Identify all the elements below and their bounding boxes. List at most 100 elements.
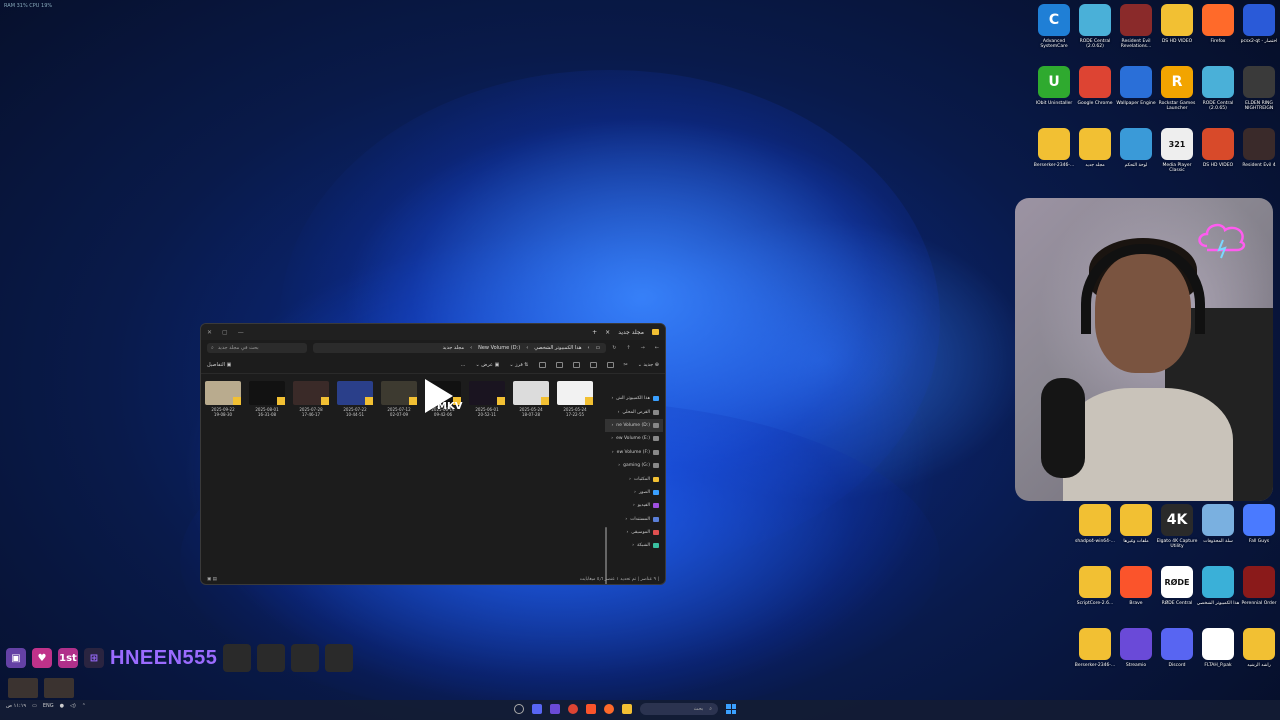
share-icon[interactable]	[555, 361, 563, 368]
chevron-icon[interactable]: ›	[618, 463, 620, 468]
file-item[interactable]: 2025-07-22 10-44-51	[337, 381, 373, 417]
file-item[interactable]: 2025-07-12 02-07-09	[381, 381, 417, 417]
file-item[interactable]: 2025-07-28 17-46-17	[293, 381, 329, 417]
close-tab-button[interactable]: ×	[605, 329, 610, 336]
desktop-icon[interactable]: DS HD VIDEO	[1157, 4, 1197, 60]
chevron-icon[interactable]: ›	[625, 517, 627, 522]
forward-arrow-icon[interactable]: →	[641, 345, 645, 351]
delete-icon[interactable]	[538, 361, 546, 368]
desktop-icon[interactable]: 4K Elgato 4K Capture Utility	[1157, 504, 1197, 560]
chevron-icon[interactable]: ›	[612, 450, 614, 455]
chevron-icon[interactable]: ›	[618, 410, 620, 415]
volume-icon[interactable]: ◁)	[70, 703, 76, 709]
desktop-icon[interactable]: pcsx2-qt - اختصار	[1239, 4, 1279, 60]
sidebar-item[interactable]: › القرص المحلي	[605, 405, 663, 418]
copy-icon[interactable]	[606, 361, 614, 368]
sort-button[interactable]: ⌄ فرز ⇅	[509, 362, 528, 368]
rename-icon[interactable]	[572, 361, 580, 368]
chevron-icon[interactable]: ›	[632, 543, 634, 548]
sidebar-item[interactable]: › المكتبات	[605, 472, 663, 485]
desktop-icon[interactable]: مجلد جديد	[1075, 128, 1115, 184]
desktop-icon[interactable]: RØDE RØDE Central	[1157, 566, 1197, 622]
details-pane-button[interactable]: التفاصيل ▣	[207, 362, 231, 368]
chevron-icon[interactable]: ›	[629, 477, 631, 482]
close-window-button[interactable]: ✕	[207, 329, 212, 336]
desktop-icon[interactable]: هذا الكمبيوتر الشخصي	[1197, 566, 1239, 622]
back-arrow-icon[interactable]: ←	[655, 345, 659, 351]
desktop-icon[interactable]: Wallpaper Engine	[1116, 66, 1156, 122]
chevron-icon[interactable]: ›	[611, 423, 613, 428]
chrome-icon[interactable]	[568, 704, 578, 714]
sidebar-item[interactable]: › الصور	[605, 486, 663, 499]
desktop-icon[interactable]: Berserker-2346-...	[1075, 628, 1115, 684]
chevron-icon[interactable]: ›	[611, 436, 613, 441]
sidebar-item[interactable]: › gaming (G:)	[605, 459, 663, 472]
file-item[interactable]: 2025-05-24 18-07-28	[513, 381, 549, 417]
file-explorer-icon[interactable]	[622, 704, 632, 714]
network-icon[interactable]: ▭	[32, 703, 37, 709]
desktop-icon[interactable]: ELDEN RING NIGHTREIGN	[1239, 66, 1279, 122]
desktop-icon[interactable]: Firefox	[1198, 4, 1238, 60]
search-box[interactable]: ⌕ بحث في مجلد جديد	[207, 343, 307, 353]
refresh-icon[interactable]: ↻	[612, 345, 616, 351]
desktop-icon[interactable]: RODE Central (2.0.62)	[1075, 4, 1115, 60]
desktop-icon[interactable]: 321 Media Player Classic	[1157, 128, 1197, 184]
desktop-icon[interactable]: RODE Central (2.0.65)	[1198, 66, 1238, 122]
desktop-icon[interactable]: shadps4-win64-...	[1075, 504, 1115, 560]
brave-icon[interactable]	[586, 704, 596, 714]
desktop-icon[interactable]: Streamio	[1116, 628, 1156, 684]
desktop-icon[interactable]: DS HD VIDEO	[1198, 128, 1238, 184]
file-item[interactable]: 2025-08-01 16-31-08	[249, 381, 285, 417]
desktop-icon[interactable]: لوحة التحكم	[1116, 128, 1156, 184]
paste-icon[interactable]	[589, 361, 597, 368]
desktop-icon[interactable]: Fall Guys	[1239, 504, 1279, 560]
breadcrumb-item[interactable]: New Volume (D:)	[478, 345, 520, 351]
minimize-window-button[interactable]: —	[238, 329, 244, 336]
firefox-icon[interactable]	[604, 704, 614, 714]
breadcrumb-item[interactable]: هذا الكمبيوتر الشخصي	[534, 345, 581, 351]
breadcrumb[interactable]: مجلد جديد ‹ New Volume (D:) ‹ هذا الكمبي…	[313, 343, 607, 353]
taskbar-search[interactable]: بحث ⌕	[640, 703, 718, 715]
chevron-icon[interactable]: ›	[634, 490, 636, 495]
chevron-icon[interactable]: ›	[626, 530, 628, 535]
desktop-icon[interactable]: Perennial Order	[1239, 566, 1279, 622]
tray-expand-icon[interactable]: ⌃	[82, 703, 86, 709]
obs-icon[interactable]	[514, 704, 524, 714]
file-item[interactable]: 2025-09-22 19-08-30	[205, 381, 241, 417]
file-item[interactable]: 2025-06-01 20-52-11	[469, 381, 505, 417]
desktop-icon[interactable]: Google Chrome	[1075, 66, 1115, 122]
sidebar-item[interactable]: › الفيديو	[605, 499, 663, 512]
add-tab-button[interactable]: +	[592, 329, 597, 336]
desktop-icon[interactable]: سلة المحذوفات	[1198, 504, 1238, 560]
desktop-icon[interactable]: ScriptCore-2.6...	[1075, 566, 1115, 622]
new-button[interactable]: ⌄ جديد ⊕	[638, 362, 659, 368]
sidebar-item[interactable]: › المستندات	[605, 513, 663, 526]
desktop-icon[interactable]: R Rockstar Games Launcher	[1157, 66, 1197, 122]
desktop-icon[interactable]: Resident Evil 4	[1239, 128, 1279, 184]
view-toggle[interactable]: ▣ ▤	[207, 577, 217, 582]
sidebar-item[interactable]: › هذا الكمبيوتر الش	[605, 392, 663, 405]
sidebar-item[interactable]: › الموسيقى	[605, 526, 663, 539]
file-explorer-window[interactable]: ✕ ▢ — + × مجلد جديد ⌕ بحث في مجلد جديد م…	[200, 323, 666, 585]
sidebar-item[interactable]: › الشبكة	[605, 539, 663, 552]
sidebar-item[interactable]: › ew Volume (E:)	[605, 432, 663, 445]
desktop-icon[interactable]: راشد الرشيد	[1239, 628, 1279, 684]
desktop-icon[interactable]: Berserker-2346-...	[1034, 128, 1074, 184]
view-button[interactable]: ⌄ عرض ▣	[475, 362, 499, 368]
start-windows-icon[interactable]	[726, 704, 736, 714]
maximize-window-button[interactable]: ▢	[222, 329, 228, 336]
chevron-icon[interactable]: ›	[633, 503, 635, 508]
file-item[interactable]: 2025-05-24 17-22-55	[557, 381, 593, 417]
desktop-icon[interactable]: Discord	[1157, 628, 1197, 684]
desktop-icon[interactable]: ملفات وغيرها	[1116, 504, 1156, 560]
desktop-icon[interactable]: C Advanced SystemCare	[1034, 4, 1074, 60]
desktop-icon[interactable]: Resident Evil Revelations...	[1116, 4, 1156, 60]
desktop-icon[interactable]: U IObit Uninstaller	[1034, 66, 1074, 122]
more-options-button[interactable]: ...	[461, 362, 466, 368]
up-arrow-icon[interactable]: ↑	[626, 345, 630, 351]
clock[interactable]: ١١:١٩ ص	[6, 703, 26, 709]
explorer-tab[interactable]: + × مجلد جديد	[592, 329, 659, 336]
sidebar-item[interactable]: › ne Volume (D:)	[605, 418, 663, 433]
desktop-icon[interactable]: Brave	[1116, 566, 1156, 622]
streamio-icon[interactable]	[550, 704, 560, 714]
